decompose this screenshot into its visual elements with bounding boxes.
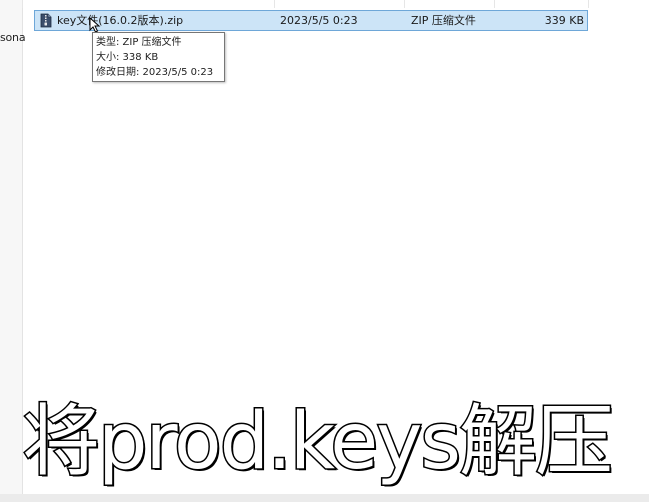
zip-file-icon — [39, 13, 53, 28]
column-separator — [588, 0, 589, 8]
tooltip-size-line: 大小: 338 KB — [96, 52, 159, 63]
tooltip-type-line: 类型: ZIP 压缩文件 — [96, 37, 182, 48]
file-size: 339 KB — [544, 14, 584, 27]
navigation-pane-edge: sona — [0, 0, 26, 502]
file-date-modified: 2023/5/5 0:23 — [280, 14, 358, 27]
column-separator — [274, 0, 275, 8]
bottom-status-strip — [0, 494, 649, 502]
file-name: key文件(16.0.2版本).zip — [57, 14, 184, 27]
column-separator — [22, 0, 23, 8]
file-info-tooltip: 类型: ZIP 压缩文件 大小: 338 KB 修改日期: 2023/5/5 0… — [92, 32, 225, 82]
column-separator — [404, 0, 405, 8]
file-type: ZIP 压缩文件 — [411, 14, 476, 27]
nav-item-label-truncated[interactable]: sona — [0, 31, 26, 44]
video-subtitle-caption: 将prod.keys解压 — [22, 396, 615, 489]
tooltip-date-line: 修改日期: 2023/5/5 0:23 — [96, 67, 214, 78]
column-separator — [494, 0, 495, 8]
file-list-row-selected[interactable]: key文件(16.0.2版本).zip 2023/5/5 0:23 ZIP 压缩… — [34, 10, 588, 31]
